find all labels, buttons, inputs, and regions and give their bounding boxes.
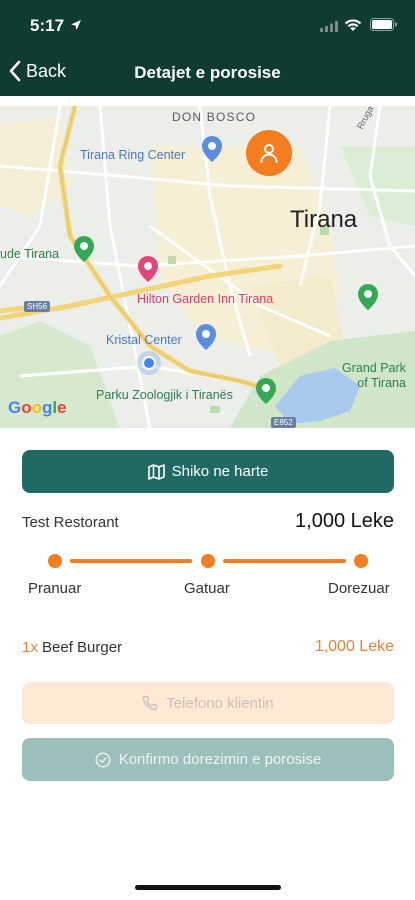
map-label-zoo: Parku Zoologjik i Tiranës [96, 388, 233, 402]
step-dot-cooked [201, 554, 215, 568]
user-icon [260, 144, 278, 163]
map-label-ude-tirana: ude Tirana [0, 247, 60, 261]
location-arrow-icon [71, 20, 81, 30]
map-label-e852: E852 [271, 417, 296, 428]
map-icon [147, 463, 165, 480]
google-letter: e [57, 398, 67, 417]
view-on-map-button[interactable]: Shiko ne harte [22, 450, 394, 493]
call-customer-button[interactable]: Telefono klientin [22, 682, 394, 724]
home-indicator[interactable] [135, 885, 281, 890]
cellular-signal-icon [320, 21, 338, 32]
call-customer-label: Telefono klientin [166, 694, 274, 712]
google-logo: Google [8, 398, 67, 418]
step-label-cooked: Gatuar [184, 580, 230, 597]
order-progress [0, 553, 415, 573]
page-title: Detajet e porosise [134, 63, 281, 82]
google-letter: G [8, 398, 22, 417]
restaurant-name: Test Restorant [22, 514, 119, 531]
step-label-delivered: Dorezuar [328, 580, 390, 597]
map-label-don-bosco: DON BOSCO [172, 110, 257, 124]
google-letter: o [21, 398, 32, 417]
confirm-delivery-button[interactable]: Konfirmo dorezimin e porosise [22, 738, 394, 781]
step-dot-delivered [354, 554, 368, 568]
progress-line [70, 559, 192, 563]
customer-location-marker[interactable] [246, 130, 292, 176]
google-letter: o [31, 398, 43, 417]
status-bar: 5:17 [0, 0, 415, 50]
wifi-icon [344, 19, 362, 31]
map-label-kristal-center: Kristal Center [106, 333, 182, 347]
progress-line [223, 559, 346, 563]
step-label-accepted: Pranuar [28, 580, 82, 597]
order-item: 1x Beef Burger [22, 639, 122, 656]
map-label-grand-park: Grand Park of Tirana [342, 361, 406, 391]
confirm-delivery-label: Konfirmo dorezimin e porosise [118, 751, 322, 768]
map-label-tirana: Tirana [290, 206, 358, 233]
map-label-grand-park-line1: Grand Park [342, 361, 406, 375]
item-price: 1,000 Leke [314, 638, 394, 655]
delivery-map[interactable]: DON BOSCO Tirana Ring Center Tirana ude … [0, 106, 415, 428]
battery-icon [370, 18, 397, 31]
google-letter: g [42, 398, 53, 417]
map-label-grand-park-line2: of Tirana [357, 376, 406, 390]
order-total: 1,000 Leke [295, 510, 394, 532]
app-header: 5:17 Back Detajet e porosise [0, 0, 415, 96]
check-circle-icon [95, 751, 111, 768]
view-on-map-label: Shiko ne harte [171, 463, 269, 480]
phone-icon [142, 695, 158, 711]
status-time: 5:17 [30, 16, 65, 35]
item-name: Beef Burger [42, 639, 123, 656]
current-location-dot [137, 351, 161, 375]
map-label-tirana-ring-center: Tirana Ring Center [80, 148, 186, 162]
map-label-hilton: Hilton Garden Inn Tirana [137, 292, 274, 306]
map-label-sh56: SH56 [24, 301, 51, 312]
step-dot-accepted [48, 554, 62, 568]
item-quantity: 1x [22, 639, 38, 656]
